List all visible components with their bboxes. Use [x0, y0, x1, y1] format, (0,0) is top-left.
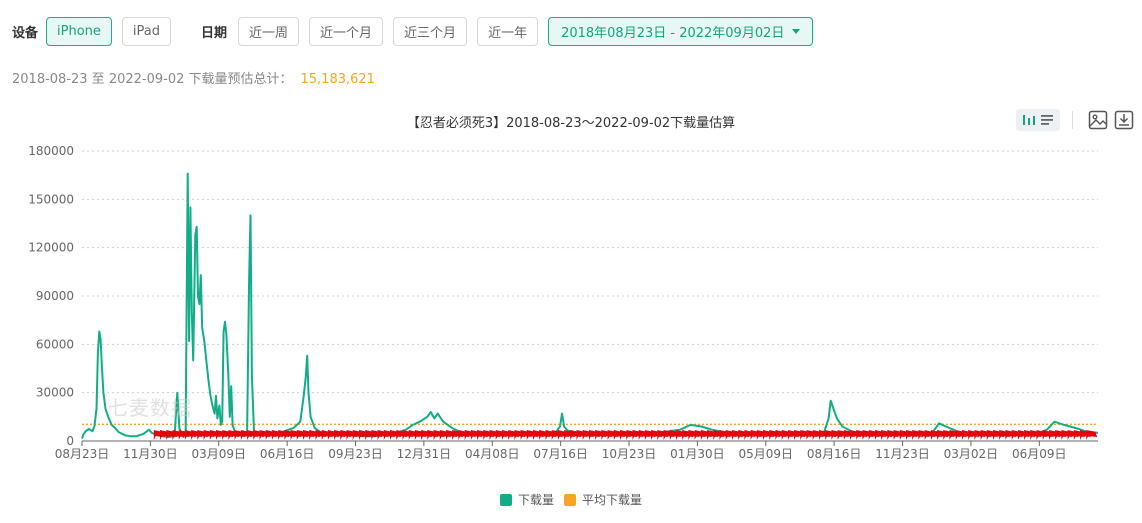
y-tick-label: 120000 — [28, 241, 74, 255]
y-tick-label: 30000 — [36, 386, 74, 400]
x-tick-label: 10月23日 — [602, 447, 657, 461]
watermark-text: 七麦数据 — [108, 396, 192, 420]
y-tick-label: 150000 — [28, 192, 74, 206]
legend-swatch-downloads — [499, 493, 512, 506]
legend-label-average: 平均下载量 — [582, 493, 643, 507]
downloads-series-line — [81, 172, 1099, 439]
chart-legend: 下载量 平均下载量 — [0, 491, 1142, 508]
download-chart: 0 30000 60000 90000 120000 150000 180000 08月23日… — [28, 144, 1099, 461]
x-tick-label: 08月16日 — [807, 447, 862, 461]
event-marker-flag — [1086, 430, 1098, 440]
y-tick-label: 60000 — [36, 337, 74, 351]
x-tick-label: 04月08日 — [465, 447, 520, 461]
x-tick-label: 06月09日 — [1012, 447, 1067, 461]
legend-swatch-average — [564, 493, 576, 506]
legend-label-downloads: 下载量 — [517, 493, 554, 507]
x-tick-label: 09月23日 — [328, 447, 383, 461]
x-tick-label: 12月31日 — [397, 447, 452, 461]
x-tick-label: 05月09日 — [739, 447, 794, 461]
x-tick-label: 03月02日 — [944, 447, 999, 461]
x-tick-label: 01月30日 — [670, 447, 725, 461]
legend-item-downloads[interactable]: 下载量 — [499, 491, 554, 508]
y-tick-label: 90000 — [36, 289, 74, 303]
y-tick-label: 180000 — [28, 144, 74, 158]
x-tick-label: 11月23日 — [875, 447, 930, 461]
x-tick-label: 11月30日 — [123, 447, 178, 461]
y-tick-label: 0 — [66, 434, 74, 448]
legend-item-average[interactable]: 平均下载量 — [564, 491, 642, 508]
x-tick-label: 03月09日 — [191, 447, 246, 461]
x-tick-label: 08月23日 — [55, 447, 110, 461]
x-tick-label: 06月16日 — [260, 447, 315, 461]
x-tick-label: 07月16日 — [533, 447, 588, 461]
